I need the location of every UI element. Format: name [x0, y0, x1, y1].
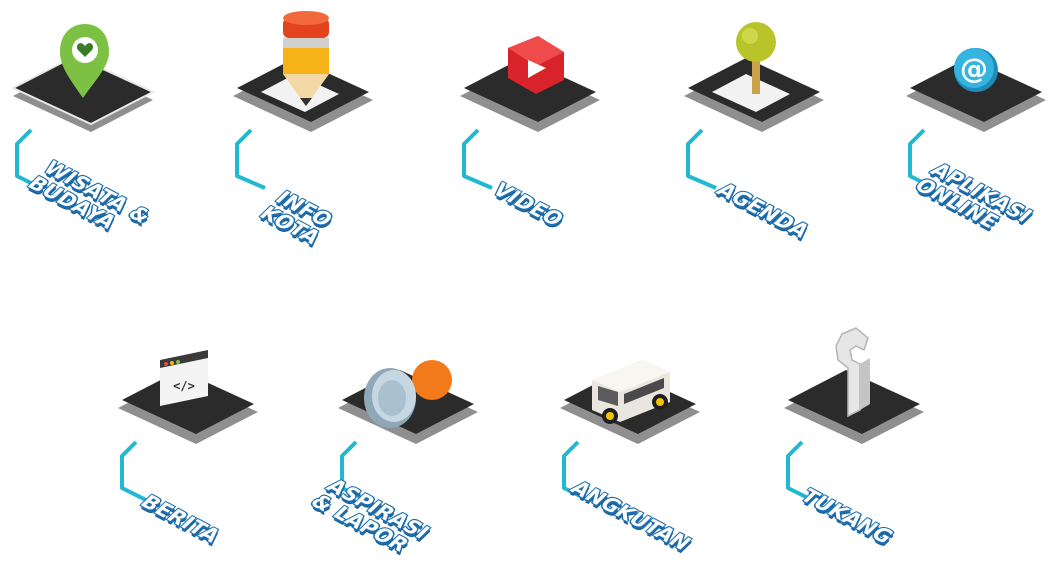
- svg-text:</>: </>: [173, 379, 195, 393]
- menu-item-wisata[interactable]: WISATA & BUDAYA: [5, 8, 205, 258]
- menu-item-info-kota[interactable]: INFO KOTA: [225, 8, 425, 258]
- svg-text:@: @: [960, 52, 988, 85]
- menu-item-aspirasi-lapor[interactable]: ASPIRASI & LAPOR: [305, 320, 530, 570]
- menu-item-angkutan[interactable]: ANGKUTAN: [552, 320, 752, 570]
- menu-item-tukang[interactable]: TUKANG: [776, 320, 976, 570]
- menu-item-video[interactable]: VIDEO: [452, 8, 652, 258]
- menu-item-agenda[interactable]: AGENDA: [676, 8, 876, 258]
- menu-item-berita[interactable]: </> BERITA: [110, 320, 310, 570]
- menu-item-aplikasi-online[interactable]: @ APLIKASI ONLINE: [898, 8, 1056, 258]
